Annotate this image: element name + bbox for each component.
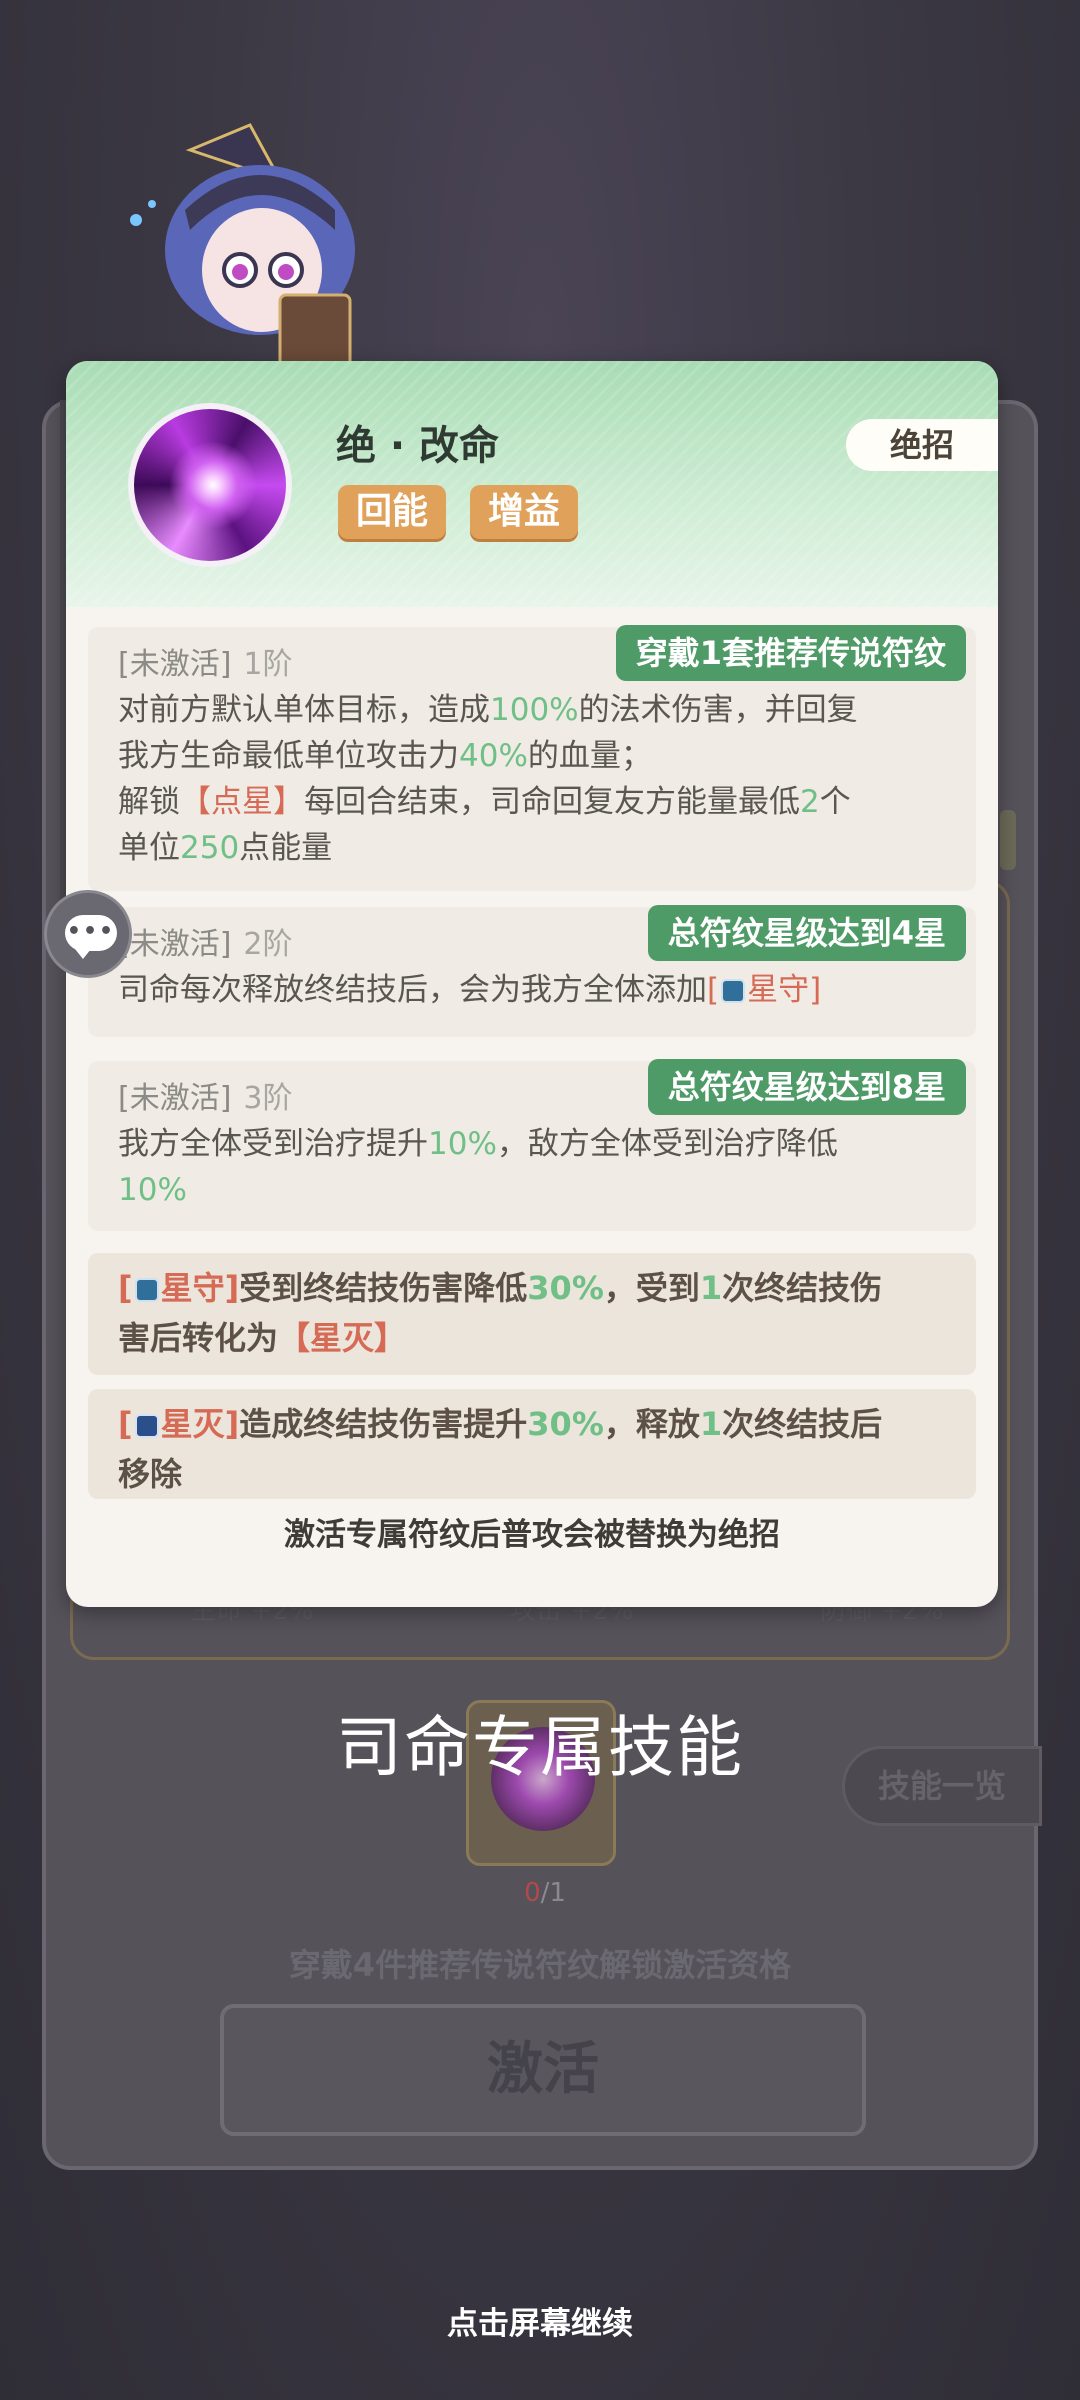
overlay-title: 司命专属技能 (336, 1709, 744, 1786)
unlock-hint: 穿戴4件推荐传说符纹解锁激活资格 (288, 1946, 792, 1984)
tier-1-description: 对前方默认单体目标，造成100%的法术伤害，并回复 我方生命最低单位攻击力40%… (118, 692, 858, 866)
tier-1-status: [未激活] 1阶 (118, 647, 293, 682)
tier-3-requirement: 总符纹星级达到8星 (647, 1059, 966, 1115)
tier-1-requirement: 穿戴1套推荐传说符纹 (615, 625, 966, 681)
tier-2-description: 司命每次释放终结技后，会为我方全体添加[星守] (118, 972, 822, 1008)
rune-count: 0/1 (524, 1878, 566, 1908)
tier-3-status: [未激活] 3阶 (118, 1081, 293, 1116)
star-guard-icon (134, 1278, 159, 1302)
star-guard-note: [星守]受到终结技伤害降低30%，受到1次终结技伤 害后转化为【星灭】 (88, 1253, 976, 1375)
activate-button[interactable]: 激活 (220, 2004, 866, 2136)
tier-3-panel: [未激活] 3阶 总符纹星级达到8星 我方全体受到治疗提升10%，敌方全体受到治疗… (88, 1059, 976, 1231)
star-guard-icon (721, 979, 746, 1003)
tap-to-continue[interactable]: 点击屏幕继续 (0, 2298, 1080, 2343)
background-tab (1000, 810, 1016, 870)
tag-energy: 回能 (338, 485, 447, 539)
skill-detail-card: 绝 · 改命 回能 增益 绝招 [未激活] 1阶 穿戴1套推荐传说符纹 对前方默认… (66, 361, 998, 1607)
tier-2-panel: [未激活] 2阶 总符纹星级达到4星 司命每次释放终结技后，会为我方全体添加[星守… (88, 905, 976, 1037)
tier-3-description: 我方全体受到治疗提升10%，敌方全体受到治疗降低 10% (118, 1126, 838, 1208)
skill-orb-icon (128, 403, 292, 567)
ultimate-badge: 绝招 (846, 419, 998, 471)
tier-2-requirement: 总符纹星级达到4星 (647, 905, 966, 961)
star-destroy-icon (134, 1414, 159, 1438)
character-portrait (130, 123, 355, 377)
tag-buff: 增益 (470, 485, 579, 539)
replace-attack-note: 激活专属符纹后普攻会被替换为绝招 (284, 1517, 780, 1553)
tier-2-status: [未激活] 2阶 (118, 927, 293, 962)
skill-name: 绝 · 改命 (336, 423, 500, 469)
chat-button[interactable]: ••• (44, 890, 132, 978)
tier-1-panel: [未激活] 1阶 穿戴1套推荐传说符纹 对前方默认单体目标，造成100%的法术伤害… (88, 625, 976, 891)
star-destroy-note: [星灭]造成终结技伤害提升30%，释放1次终结技后 移除 (88, 1389, 976, 1499)
